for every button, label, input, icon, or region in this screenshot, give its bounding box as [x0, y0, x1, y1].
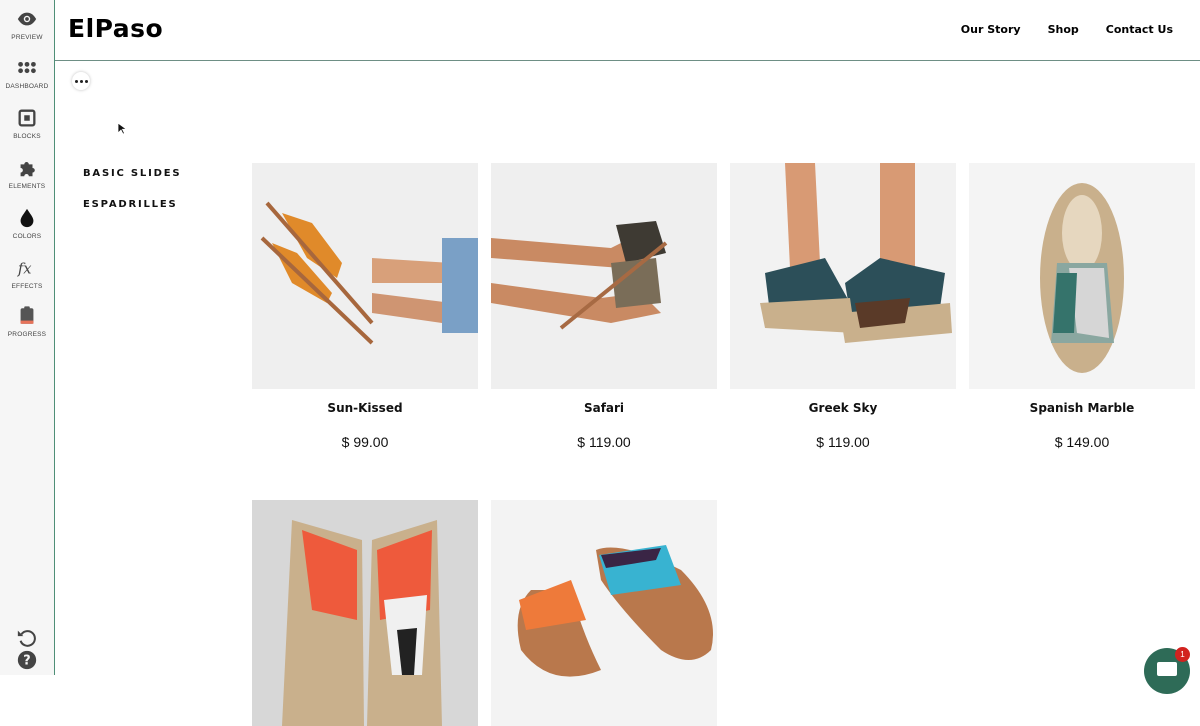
- blocks-icon: [18, 109, 36, 127]
- category-basic-slides[interactable]: BASIC SLIDES: [83, 168, 181, 179]
- site-logo[interactable]: ElPaso: [68, 14, 163, 43]
- svg-text:fx: fx: [17, 261, 32, 278]
- category-list: BASIC SLIDES ESPADRILLES: [83, 168, 181, 230]
- progress-label: PROGRESS: [7, 331, 47, 338]
- product-image[interactable]: [252, 500, 478, 726]
- product-name[interactable]: Greek Sky: [730, 401, 956, 415]
- product-image[interactable]: [252, 163, 478, 389]
- blocks-button[interactable]: BLOCKS: [0, 107, 54, 140]
- product-card[interactable]: Safari $ 119.00: [491, 163, 717, 450]
- product-price: $ 119.00: [577, 434, 631, 450]
- more-options-button[interactable]: [72, 72, 90, 90]
- nav-shop[interactable]: Shop: [1048, 23, 1079, 36]
- dashboard-icon: [18, 61, 36, 74]
- product-name[interactable]: Spanish Marble: [969, 401, 1195, 415]
- product-card[interactable]: Spanish Marble $ 149.00: [969, 163, 1195, 450]
- product-card[interactable]: Greek Sky $ 119.00: [730, 163, 956, 450]
- product-image[interactable]: [491, 163, 717, 389]
- preview-button[interactable]: PREVIEW: [0, 8, 54, 41]
- product-price: $ 99.00: [341, 434, 389, 450]
- help-button[interactable]: ?: [0, 649, 54, 671]
- elements-button[interactable]: ELEMENTS: [0, 157, 54, 190]
- category-espadrilles[interactable]: ESPADRILLES: [83, 199, 181, 210]
- puzzle-icon: [20, 162, 35, 177]
- undo-button[interactable]: [0, 627, 54, 649]
- effects-label: EFFECTS: [11, 283, 43, 290]
- more-dots-icon: [74, 79, 78, 83]
- product-card[interactable]: Sun-Kissed $ 99.00: [252, 163, 478, 450]
- elements-label: ELEMENTS: [8, 183, 46, 190]
- undo-icon: [17, 630, 36, 647]
- nav-contact-us[interactable]: Contact Us: [1106, 23, 1173, 36]
- notification-badge: 1: [1175, 647, 1190, 662]
- product-price: $ 149.00: [1054, 434, 1110, 450]
- dashboard-label: DASHBOARD: [5, 83, 49, 90]
- product-name[interactable]: Sun-Kissed: [252, 401, 478, 415]
- clipboard-icon: [20, 306, 34, 324]
- effects-button[interactable]: fx EFFECTS: [0, 257, 54, 291]
- colors-button[interactable]: COLORS: [0, 207, 54, 240]
- progress-button[interactable]: PROGRESS: [0, 305, 54, 338]
- product-card[interactable]: [491, 500, 717, 726]
- help-icon: ?: [17, 650, 37, 670]
- svg-text:?: ?: [23, 654, 30, 669]
- product-image[interactable]: [969, 163, 1195, 389]
- dashboard-button[interactable]: DASHBOARD: [0, 57, 54, 90]
- nav-our-story[interactable]: Our Story: [961, 23, 1021, 36]
- mouse-cursor-icon: [117, 122, 127, 135]
- colors-label: COLORS: [12, 233, 42, 240]
- eye-icon: [17, 12, 37, 26]
- product-card[interactable]: [252, 500, 478, 726]
- main-nav: Our Story Shop Contact Us: [961, 23, 1173, 36]
- blocks-label: BLOCKS: [13, 133, 41, 140]
- preview-label: PREVIEW: [11, 34, 43, 41]
- product-image[interactable]: [491, 500, 717, 726]
- editor-toolbar: PREVIEW DASHBOARD BLOCKS ELEMENTS COLORS…: [0, 0, 55, 675]
- fx-icon: fx: [17, 261, 32, 278]
- product-name[interactable]: Safari: [491, 401, 717, 415]
- site-header: ElPaso Our Story Shop Contact Us: [55, 0, 1200, 61]
- droplet-icon: [20, 208, 34, 228]
- product-price: $ 119.00: [816, 434, 870, 450]
- product-image[interactable]: [730, 163, 956, 389]
